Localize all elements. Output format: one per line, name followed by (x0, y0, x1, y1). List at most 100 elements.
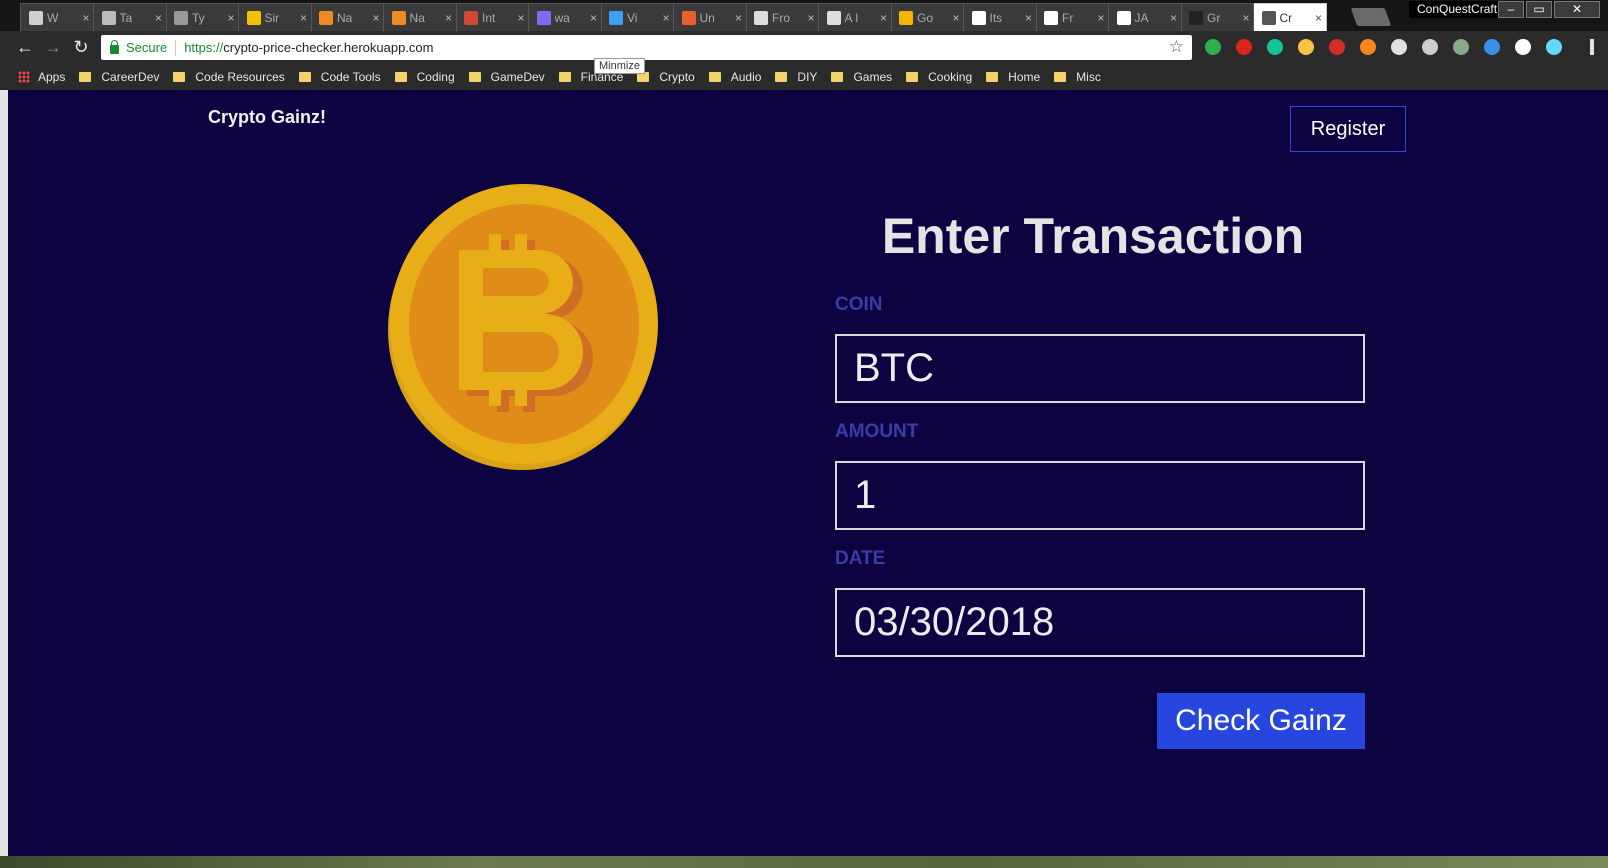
browser-tab[interactable]: Ty × (165, 3, 239, 31)
reload-button[interactable]: ↻ (70, 36, 92, 58)
chrome-ext-icon[interactable] (1205, 39, 1221, 55)
w-icon (971, 10, 986, 25)
bookmark-item[interactable]: Cooking (906, 70, 972, 84)
date-label: DATE (835, 548, 886, 569)
browser-tab[interactable]: wa × (527, 3, 602, 31)
tab-strip: Cr × Gr × JA × Fr × Its × Go × A I × Fro × Un × Vi × wa × Int ×… (0, 0, 1608, 31)
maximize-button[interactable]: ▭ (1526, 1, 1552, 18)
grammarly-icon[interactable] (1267, 39, 1283, 55)
close-window-button[interactable]: ✕ (1554, 1, 1600, 18)
adblock-icon[interactable] (1236, 39, 1252, 55)
folder-icon (708, 71, 721, 82)
bookmark-item[interactable]: DIY (775, 70, 817, 84)
profile-button[interactable]: ConQuestCraft (1409, 1, 1506, 18)
bookmark-item[interactable]: Misc (1054, 70, 1101, 84)
address-bar[interactable]: Secure https:// crypto-price-checker.her… (101, 35, 1192, 60)
back-button[interactable]: ← (14, 36, 36, 58)
browser-tab[interactable]: JA × (1107, 3, 1182, 31)
bookmark-item[interactable]: CareerDev (79, 70, 159, 84)
bookmark-star-icon[interactable]: ☆ (1169, 37, 1184, 57)
close-tab-icon[interactable]: × (79, 11, 93, 25)
close-tab-icon[interactable]: × (732, 11, 746, 25)
bookmark-item[interactable]: Code Tools (298, 70, 381, 84)
bookmark-item[interactable]: Home (986, 70, 1040, 84)
github-icon (826, 10, 841, 25)
circle-icon[interactable] (1391, 39, 1407, 55)
tab-title: Na (409, 10, 425, 25)
g-icon (1189, 10, 1203, 25)
close-tab-icon[interactable]: × (224, 11, 238, 25)
bookmark-item[interactable]: Audio (708, 69, 762, 84)
tab-title: Ta (119, 10, 133, 25)
tab-title: Na (337, 10, 353, 25)
browser-tab[interactable]: Ta × (92, 3, 167, 31)
menu-icon[interactable] (1590, 39, 1594, 55)
tab-title: Go (917, 10, 934, 25)
close-tab-icon[interactable]: × (877, 11, 891, 25)
close-tab-icon[interactable]: × (1094, 11, 1108, 25)
amount-input[interactable]: 1 (835, 461, 1365, 530)
close-tab-icon[interactable]: × (949, 11, 963, 25)
tab-title: Gr (1207, 10, 1221, 25)
bookmark-label: Audio (730, 69, 762, 84)
filter-icon (609, 10, 623, 25)
coin-input[interactable]: BTC (835, 334, 1365, 403)
bookmark-item[interactable]: Apps (18, 70, 65, 84)
browser-tab[interactable]: A I × (817, 3, 892, 31)
metamask-icon[interactable] (1360, 39, 1376, 55)
lastpass-icon[interactable] (1329, 39, 1345, 55)
bookmark-label: Games (853, 69, 893, 84)
close-tab-icon[interactable]: × (442, 11, 456, 25)
date-input[interactable]: 03/30/2018 (835, 588, 1365, 657)
close-tab-icon[interactable]: × (1022, 11, 1036, 25)
close-tab-icon[interactable]: × (587, 11, 601, 25)
function-icon[interactable] (1422, 39, 1438, 55)
folder-icon (986, 71, 999, 82)
white-circle-icon[interactable] (1515, 39, 1531, 55)
browser-tab[interactable]: Fro × (745, 3, 819, 31)
new-tab-button[interactable] (1350, 8, 1392, 26)
bookmark-item[interactable]: Code Resources (173, 70, 285, 84)
close-tab-icon[interactable]: × (1312, 11, 1326, 25)
close-tab-icon[interactable]: × (1239, 11, 1253, 25)
browser-tab[interactable]: Sir × (237, 3, 312, 31)
browser-tab[interactable]: Go × (890, 3, 964, 31)
close-tab-icon[interactable]: × (297, 11, 311, 25)
secure-label: Secure (126, 40, 168, 55)
close-tab-icon[interactable]: × (152, 11, 166, 25)
browser-tab[interactable]: Its × (962, 3, 1037, 31)
bookmarks-bar: Apps CareerDev Code Resources Code Tools Cod… (0, 63, 1608, 90)
brand-title[interactable]: Crypto Gainz! (208, 107, 326, 128)
bookmark-item[interactable]: Crypto (637, 70, 695, 84)
browser-tab[interactable]: Vi × (600, 3, 674, 31)
dash-icon[interactable] (1484, 39, 1500, 55)
check-gainz-button[interactable]: Check Gainz (1157, 693, 1365, 749)
minimize-button[interactable]: – (1498, 1, 1524, 18)
tab-title: Cr (1279, 10, 1293, 25)
close-tab-icon[interactable]: × (369, 11, 383, 25)
close-tab-icon[interactable]: × (659, 11, 673, 25)
heart-icon (319, 10, 333, 25)
react-icon[interactable] (1546, 39, 1562, 55)
browser-tab[interactable]: Int × (455, 3, 529, 31)
browser-tab[interactable]: Na × (310, 3, 384, 31)
browser-tab[interactable]: Un × (672, 3, 747, 31)
pen-icon[interactable] (1453, 39, 1469, 55)
register-button[interactable]: Register (1290, 106, 1406, 152)
forward-button[interactable]: → (42, 36, 64, 58)
bookmark-item[interactable]: GameDev (468, 70, 545, 84)
browser-tab[interactable]: Fr × (1035, 3, 1109, 31)
close-tab-icon[interactable]: × (1167, 11, 1181, 25)
page-icon (29, 10, 43, 25)
browser-tab[interactable]: W × (20, 3, 94, 31)
bulb-icon[interactable] (1298, 39, 1314, 55)
browser-tab[interactable]: Cr × (1252, 3, 1327, 31)
browser-tab[interactable]: Gr × (1180, 3, 1254, 31)
browser-tab[interactable]: Na × (382, 3, 457, 31)
bookmark-item[interactable]: Coding (394, 70, 455, 84)
close-tab-icon[interactable]: × (514, 11, 528, 25)
close-tab-icon[interactable]: × (804, 11, 818, 25)
bookmark-item[interactable]: Games (831, 70, 892, 84)
folder-icon (394, 71, 407, 82)
bookmark-label: Home (1008, 69, 1041, 84)
